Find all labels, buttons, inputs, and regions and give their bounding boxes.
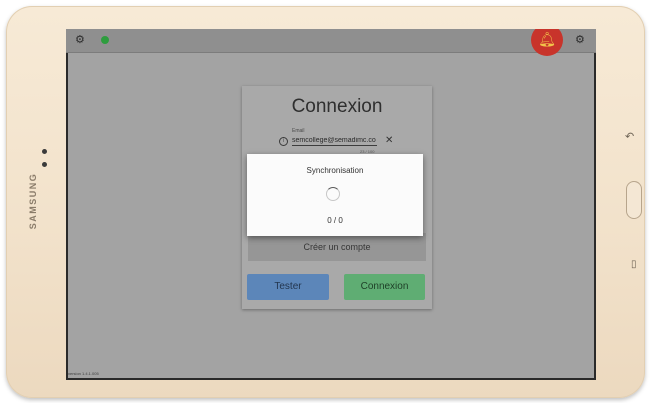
loading-spinner-icon <box>326 187 340 201</box>
create-account-button[interactable]: Créer un compte <box>248 233 426 261</box>
gear-icon[interactable]: ⚙ <box>575 34 585 46</box>
sync-status-icon <box>101 36 109 44</box>
recent-apps-key-icon[interactable]: ▯ <box>631 259 637 270</box>
close-icon[interactable]: ✕ <box>385 135 393 146</box>
test-button[interactable]: Tester <box>247 274 329 300</box>
connect-button[interactable]: Connexion <box>344 274 425 300</box>
app-screen: ⚙ 🔔︎ ⚙ Connexion Email i semcollege@sema… <box>66 29 596 380</box>
sync-dialog: Synchronisation 0 / 0 <box>247 154 423 236</box>
back-key-icon[interactable]: ↶ <box>625 131 634 142</box>
login-title: Connexion <box>291 96 383 117</box>
front-camera <box>42 149 47 154</box>
version-label: version 1.4.1.005 <box>68 371 99 376</box>
info-icon: i <box>279 137 288 146</box>
gear-icon[interactable]: ⚙ <box>75 34 85 46</box>
home-button[interactable] <box>626 181 642 219</box>
email-label: Email <box>292 128 305 134</box>
email-field[interactable]: semcollege@semadimc.co <box>292 137 377 146</box>
sync-title: Synchronisation <box>306 166 364 175</box>
sync-progress: 0 / 0 <box>327 216 343 225</box>
bell-icon[interactable]: 🔔︎ <box>531 29 563 56</box>
light-sensor <box>42 162 47 167</box>
brand-logo: SAMSUNG <box>28 172 38 230</box>
top-bar: ⚙ 🔔︎ ⚙ <box>66 29 596 56</box>
